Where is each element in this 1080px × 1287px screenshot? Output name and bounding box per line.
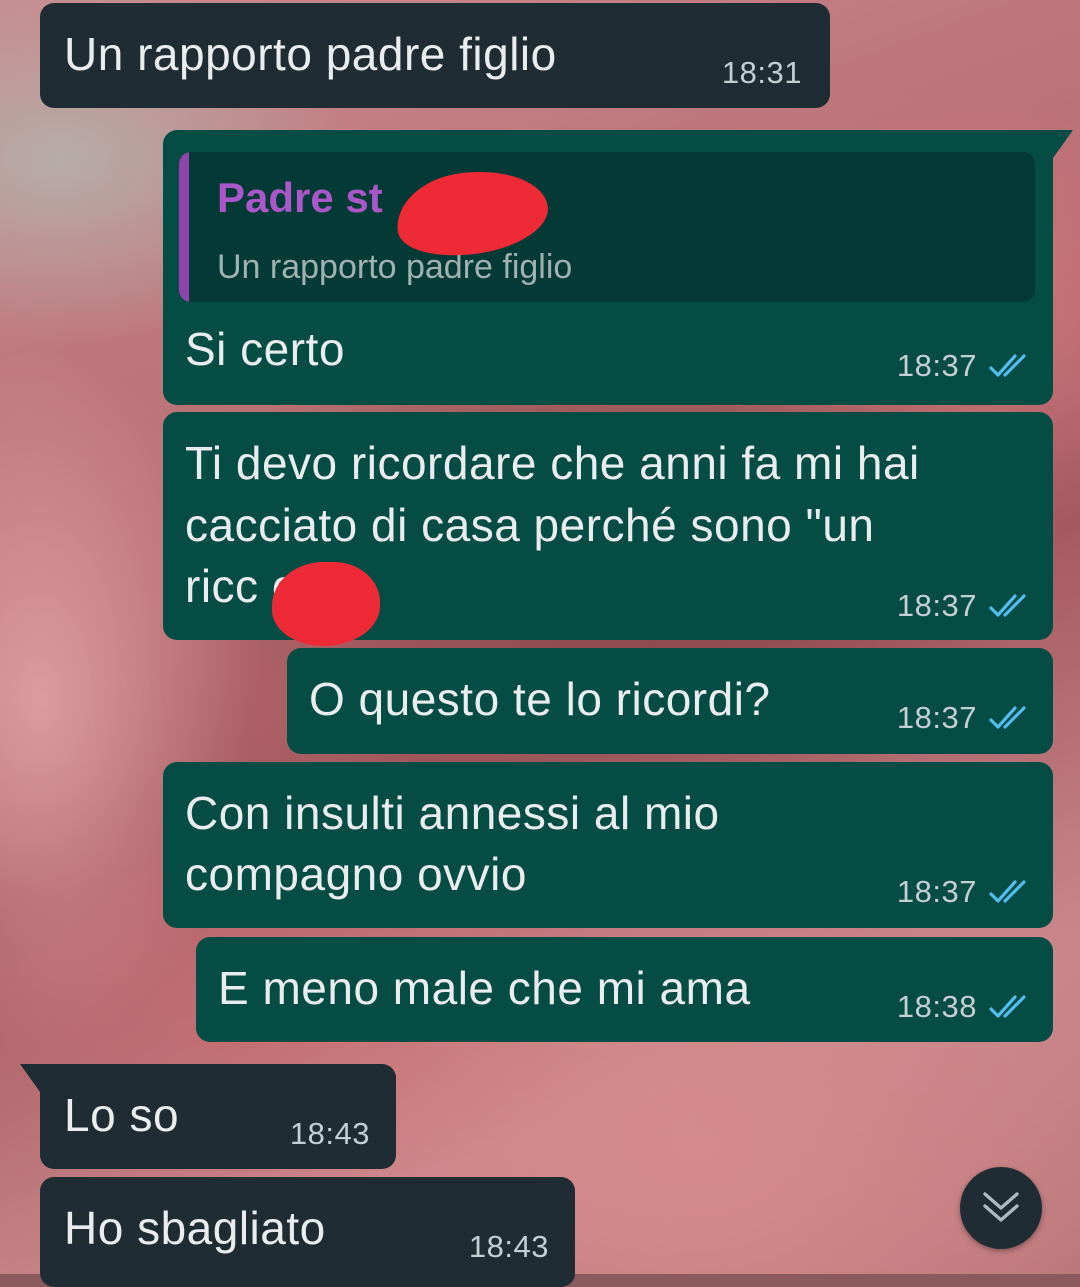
message-text: Ho sbagliato bbox=[64, 1202, 326, 1254]
double-check-icon bbox=[989, 994, 1031, 1020]
message-time: 18:37 bbox=[896, 700, 977, 735]
message-line: Con insulti annessi al mio bbox=[185, 787, 720, 839]
bubble-tail bbox=[20, 1064, 40, 1092]
message-meta: 18:43 bbox=[469, 1229, 549, 1265]
message-meta: 18:37 bbox=[897, 348, 1031, 384]
message-bubble-incoming[interactable]: Un rapporto padre figlio 18:31 bbox=[40, 3, 830, 108]
message-bubble-outgoing[interactable]: Con insulti annessi al mio compagno ovvi… bbox=[163, 762, 1053, 928]
message-time: 18:31 bbox=[721, 55, 802, 90]
chevron-double-down-icon bbox=[981, 1188, 1021, 1229]
quoted-reply[interactable]: Padre st Un rapporto padre figlio bbox=[179, 152, 1035, 302]
message-text: Lo so bbox=[64, 1089, 180, 1141]
bubble-tail bbox=[1053, 130, 1073, 158]
quote-text: Un rapporto padre figlio bbox=[217, 248, 573, 286]
message-line: cacciato di casa perché sono "un bbox=[185, 499, 875, 551]
message-bubble-outgoing[interactable]: Padre st Un rapporto padre figlio Si cer… bbox=[163, 130, 1053, 405]
message-meta: 18:37 bbox=[897, 700, 1031, 736]
message-meta: 18:37 bbox=[897, 874, 1031, 910]
message-text: E meno male che mi ama bbox=[218, 962, 751, 1014]
double-check-icon bbox=[989, 593, 1031, 619]
message-meta: 18:37 bbox=[897, 588, 1031, 624]
message-bubble-incoming[interactable]: Ho sbagliato 18:43 bbox=[40, 1177, 575, 1287]
message-bubble-outgoing[interactable]: E meno male che mi ama 18:38 bbox=[196, 937, 1053, 1042]
redaction-mark bbox=[272, 562, 380, 646]
message-time: 18:37 bbox=[896, 348, 977, 383]
message-time: 18:37 bbox=[896, 874, 977, 909]
quote-author: Padre st bbox=[217, 174, 383, 221]
message-line: compagno ovvio bbox=[185, 848, 527, 900]
message-meta: 18:43 bbox=[290, 1116, 370, 1152]
scroll-to-bottom-button[interactable] bbox=[960, 1167, 1042, 1249]
message-line: Ti devo ricordare che anni fa mi hai bbox=[185, 437, 920, 489]
double-check-icon bbox=[989, 353, 1031, 379]
message-bubble-incoming[interactable]: Lo so 18:43 bbox=[40, 1064, 396, 1169]
message-text: O questo te lo ricordi? bbox=[309, 673, 771, 725]
message-time: 18:43 bbox=[468, 1229, 549, 1264]
message-time: 18:38 bbox=[896, 989, 977, 1024]
message-time: 18:37 bbox=[896, 588, 977, 623]
double-check-icon bbox=[989, 705, 1031, 731]
message-meta: 18:38 bbox=[897, 989, 1031, 1025]
message-meta: 18:31 bbox=[722, 55, 802, 91]
message-text: Un rapporto padre figlio bbox=[64, 28, 557, 80]
message-time: 18:43 bbox=[289, 1116, 370, 1151]
message-text: Si certo bbox=[185, 323, 345, 375]
message-bubble-outgoing[interactable]: O questo te lo ricordi? 18:37 bbox=[287, 648, 1053, 754]
double-check-icon bbox=[989, 879, 1031, 905]
quote-accent-bar bbox=[179, 152, 189, 302]
